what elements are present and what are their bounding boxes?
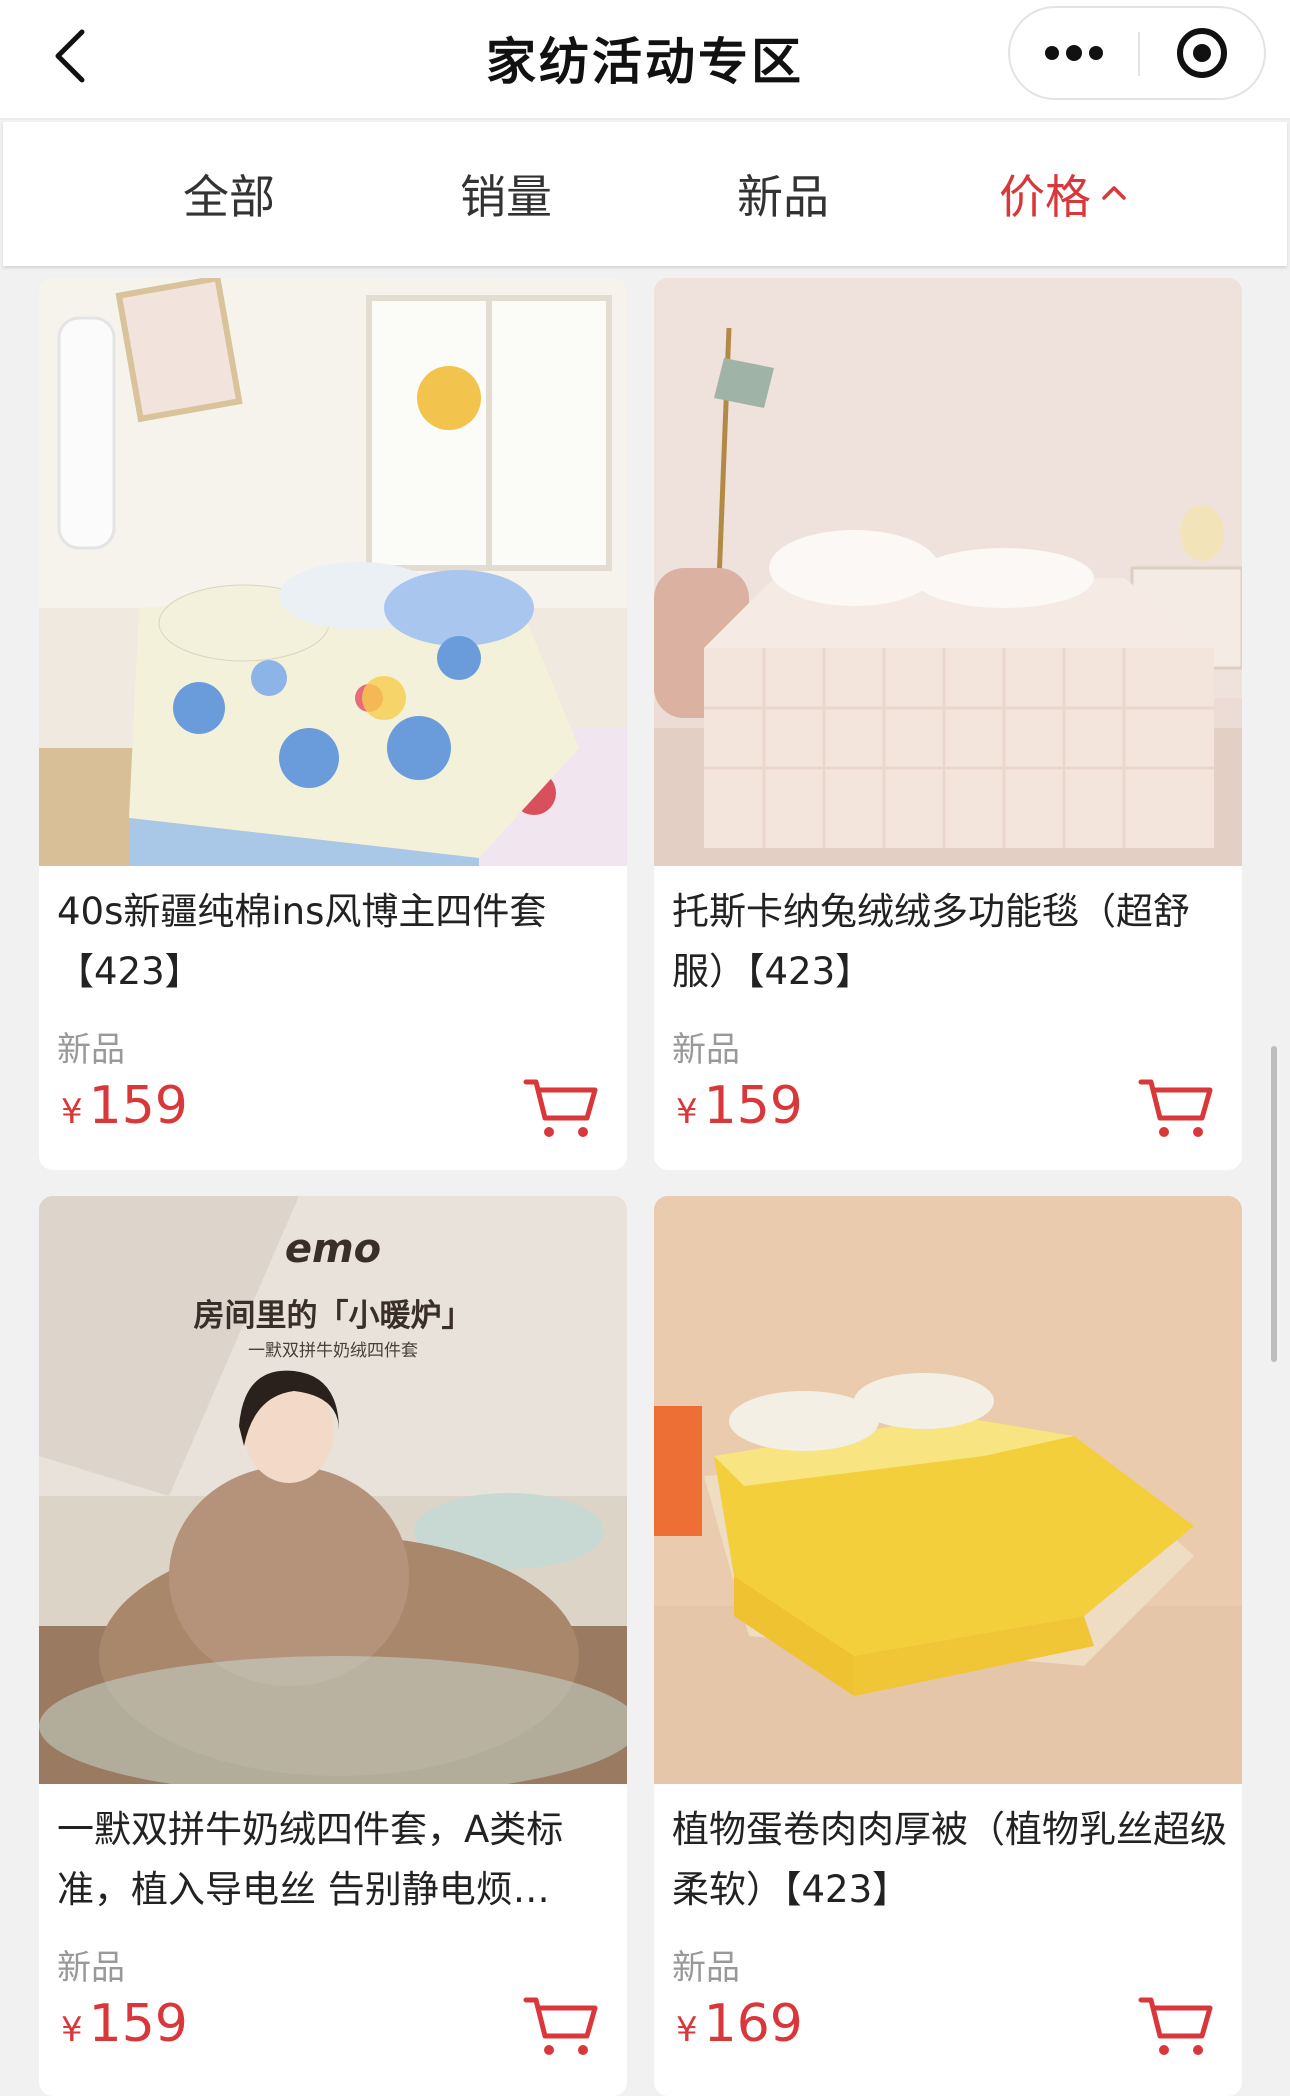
product-image — [654, 278, 1242, 866]
scrollbar[interactable] — [1271, 1046, 1277, 1362]
price-value: 159 — [88, 1994, 188, 2054]
target-circle-icon — [1177, 28, 1227, 78]
new-tag: 新品 — [672, 1948, 740, 1988]
product-card[interactable]: emo 房间里的「小暖炉」 一默双拼牛奶绒四件套 一默双拼牛奶绒四件套，A类标准… — [39, 1196, 627, 2096]
tab-all[interactable]: 全部 — [129, 122, 329, 266]
new-tag: 新品 — [57, 1948, 125, 1988]
product-price: ¥169 — [676, 1994, 803, 2054]
new-tag: 新品 — [672, 1030, 740, 1070]
shopping-cart-icon — [523, 1079, 598, 1137]
currency-symbol: ¥ — [61, 2010, 83, 2050]
product-name: 一默双拼牛奶绒四件套，A类标准，植入导电丝 告别静电烦… — [57, 1808, 564, 1911]
tab-label: 价格 — [999, 170, 1091, 224]
product-name: 40s新疆纯棉ins风博主四件套【423】 — [57, 890, 547, 993]
product-price: ¥159 — [61, 1994, 188, 2054]
currency-symbol: ¥ — [61, 1092, 83, 1132]
image-headline-text: 房间里的「小暖炉」 — [193, 1298, 473, 1334]
currency-symbol: ¥ — [676, 2010, 698, 2050]
tab-label: 新品 — [737, 170, 829, 224]
product-card[interactable]: 40s新疆纯棉ins风博主四件套【423】 新品 ¥159 — [39, 278, 627, 1170]
currency-symbol: ¥ — [676, 1092, 698, 1132]
add-to-cart-button[interactable] — [1138, 1994, 1214, 2060]
more-button[interactable] — [1010, 8, 1138, 98]
tab-new[interactable]: 新品 — [683, 122, 883, 266]
product-card[interactable]: 托斯卡纳兔绒绒多功能毯（超舒服）【423】 新品 ¥159 — [654, 278, 1242, 1170]
tab-price[interactable]: 价格 — [963, 122, 1163, 266]
tab-sales[interactable]: 销量 — [406, 122, 606, 266]
add-to-cart-button[interactable] — [523, 1994, 599, 2060]
chevron-up-icon — [1102, 186, 1126, 200]
shopping-cart-icon — [1138, 1997, 1213, 2055]
sort-tabs: 全部 销量 新品 价格 — [3, 122, 1287, 371]
close-miniprogram-button[interactable] — [1140, 8, 1264, 98]
price-value: 169 — [703, 1994, 803, 2054]
tab-label: 销量 — [460, 170, 552, 224]
image-brand-text: emo — [284, 1226, 382, 1272]
new-tag: 新品 — [57, 1030, 125, 1070]
miniprogram-capsule — [1008, 6, 1266, 100]
product-image — [39, 1196, 627, 1784]
add-to-cart-button[interactable] — [523, 1076, 599, 1142]
product-price: ¥159 — [676, 1076, 803, 1136]
product-price: ¥159 — [61, 1076, 188, 1136]
product-card[interactable]: 植物蛋卷肉肉厚被（植物乳丝超级柔软）【423】 新品 ¥169 — [654, 1196, 1242, 2096]
tab-label: 全部 — [183, 170, 275, 224]
product-image — [654, 1196, 1242, 1784]
nav-bar: 家纺活动专区 — [0, 0, 1290, 120]
shopping-cart-icon — [523, 1997, 598, 2055]
price-value: 159 — [703, 1076, 803, 1136]
product-image — [39, 278, 627, 866]
product-name: 托斯卡纳兔绒绒多功能毯（超舒服）【423】 — [672, 890, 1190, 993]
shopping-cart-icon — [1138, 1079, 1213, 1137]
add-to-cart-button[interactable] — [1138, 1076, 1214, 1142]
more-dots-icon — [1045, 45, 1103, 61]
product-name: 植物蛋卷肉肉厚被（植物乳丝超级柔软）【423】 — [672, 1808, 1227, 1911]
price-value: 159 — [88, 1076, 188, 1136]
image-subline-text: 一默双拼牛奶绒四件套 — [248, 1341, 418, 1361]
